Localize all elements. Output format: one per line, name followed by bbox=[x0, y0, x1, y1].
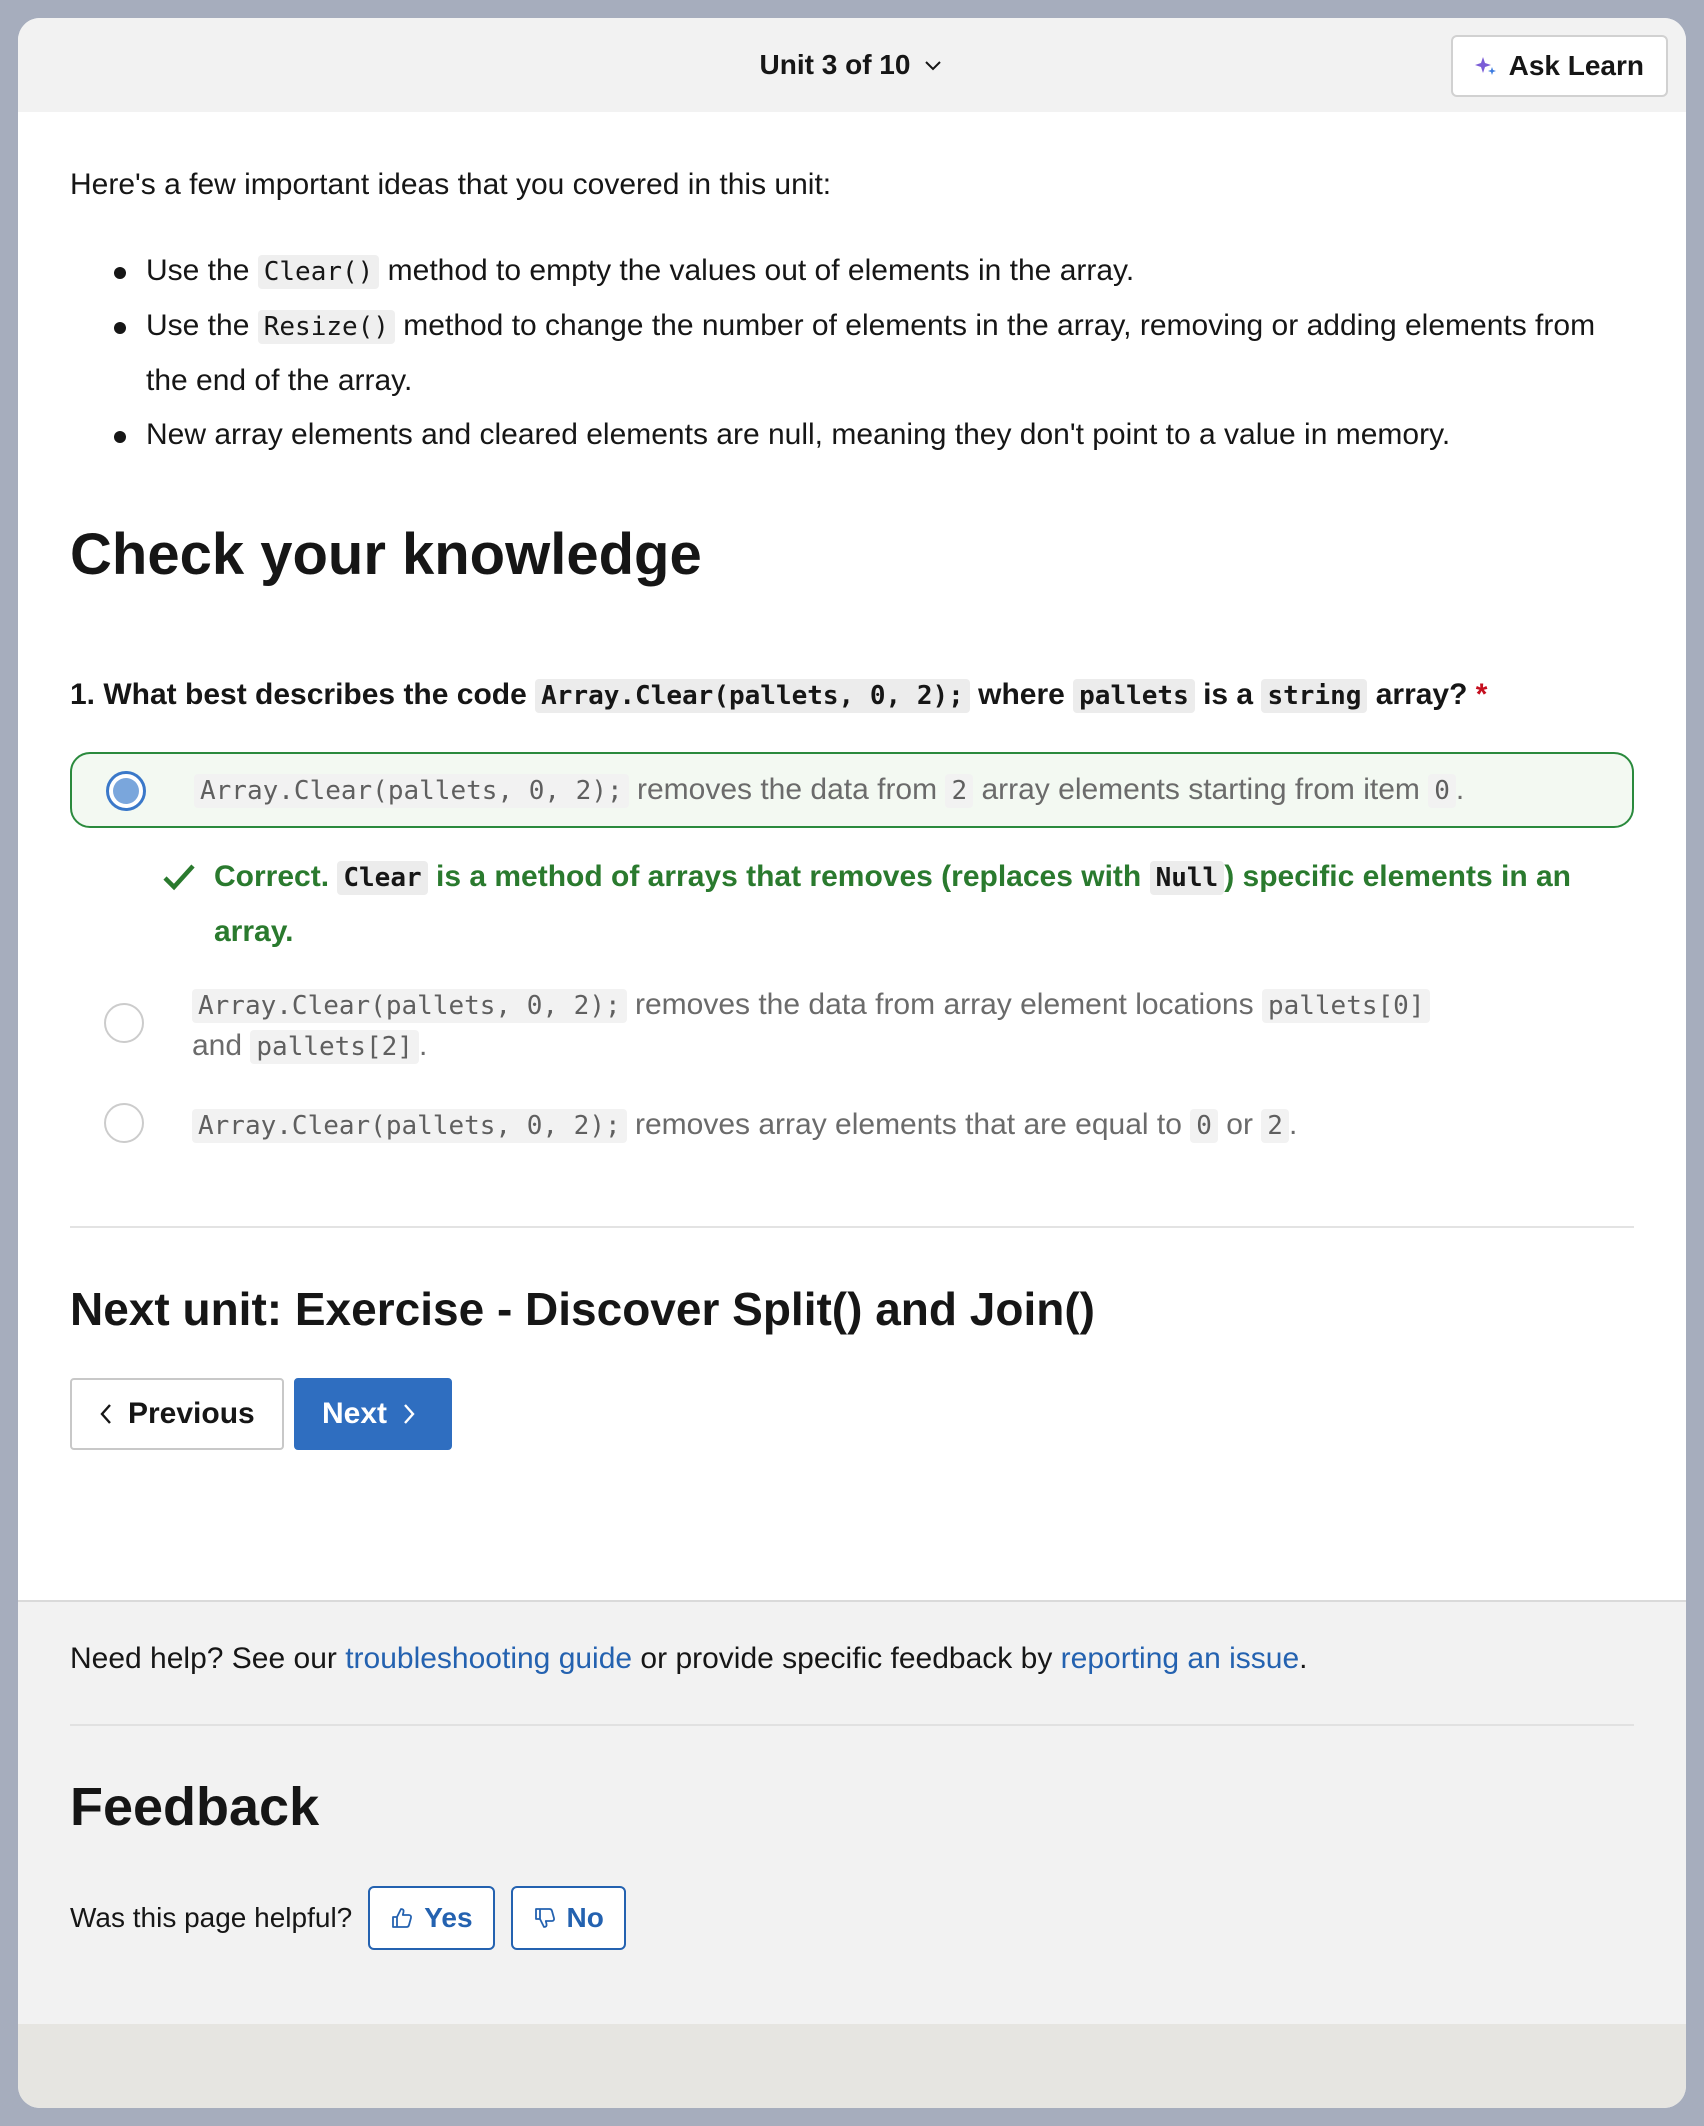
list-item: Use the Resize() method to change the nu… bbox=[114, 299, 1634, 408]
ask-learn-button[interactable]: Ask Learn bbox=[1450, 35, 1668, 97]
unit-label: Unit 3 of 10 bbox=[759, 49, 911, 80]
footer-content: Need help? See our troubleshooting guide… bbox=[70, 1602, 1634, 1950]
summary-intro: Here's a few important ideas that you co… bbox=[70, 168, 832, 201]
option-text: Array.Clear(pallets, 0, 2); removes the … bbox=[192, 985, 1431, 1067]
helpful-question: Was this page helpful? bbox=[70, 1902, 353, 1933]
option-part: or bbox=[1217, 1108, 1262, 1141]
option-part: . bbox=[418, 1029, 428, 1062]
no-label: No bbox=[566, 1902, 604, 1933]
inline-code: Array.Clear(pallets, 0, 2); bbox=[192, 989, 627, 1023]
browser-window: Unit 3 of 10 Ask Learn Here's a few impo… bbox=[18, 18, 1686, 2108]
inline-code: Clear() bbox=[257, 255, 380, 289]
troubleshooting-guide-link[interactable]: troubleshooting guide bbox=[345, 1642, 632, 1675]
feedback-part: is a method of arrays that removes (repl… bbox=[427, 860, 1150, 893]
ask-learn-label: Ask Learn bbox=[1508, 50, 1644, 81]
question-part: where bbox=[969, 678, 1074, 711]
option-part: removes the data from bbox=[628, 773, 946, 806]
yes-label: Yes bbox=[424, 1902, 473, 1933]
option-part: array elements starting from item bbox=[973, 773, 1429, 806]
option-part: . bbox=[1288, 1108, 1298, 1141]
unit-header: Unit 3 of 10 Ask Learn bbox=[18, 18, 1686, 112]
page-footer: Need help? See our troubleshooting guide… bbox=[18, 1600, 1686, 2024]
help-part: . bbox=[1299, 1642, 1308, 1675]
previous-label: Previous bbox=[128, 1397, 255, 1430]
inline-code: Array.Clear(pallets, 0, 2); bbox=[192, 1109, 627, 1143]
inline-code: Null bbox=[1149, 861, 1225, 895]
required-marker: * bbox=[1475, 678, 1488, 711]
answer-option-2[interactable]: Array.Clear(pallets, 0, 2); removes the … bbox=[70, 985, 1634, 1067]
feedback-part: Correct. bbox=[214, 860, 338, 893]
bullet-text: Use the bbox=[146, 254, 258, 287]
inline-code: Resize() bbox=[257, 310, 395, 344]
option-text: Array.Clear(pallets, 0, 2); removes arra… bbox=[192, 1105, 1297, 1146]
option-part: and bbox=[192, 1029, 251, 1062]
inline-code: 2 bbox=[1261, 1109, 1289, 1143]
bullet-text: method to empty the values out of elemen… bbox=[379, 254, 1135, 287]
bullet-text: New array elements and cleared elements … bbox=[146, 418, 1451, 451]
summary-list: Use the Clear() method to empty the valu… bbox=[114, 244, 1634, 462]
list-item: Use the Clear() method to empty the valu… bbox=[114, 244, 1634, 299]
chevron-down-icon bbox=[925, 61, 942, 71]
radio-button[interactable] bbox=[104, 1003, 144, 1043]
inline-code: string bbox=[1261, 679, 1368, 713]
question-part: is a bbox=[1194, 678, 1262, 711]
thumbs-down-icon bbox=[534, 1908, 555, 1928]
unit-selector[interactable]: Unit 3 of 10 bbox=[18, 18, 1686, 112]
feedback-heading: Feedback bbox=[70, 1777, 320, 1837]
option-part: removes the data from array element loca… bbox=[626, 988, 1262, 1021]
unit-navigation: Previous Next bbox=[70, 1378, 1634, 1450]
sparkle-icon bbox=[1474, 57, 1496, 75]
inline-code: pallets[2] bbox=[250, 1030, 419, 1064]
page-bottom-band bbox=[18, 2024, 1686, 2108]
radio-button-selected[interactable] bbox=[106, 771, 146, 811]
radio-button[interactable] bbox=[104, 1103, 144, 1143]
inline-code: 0 bbox=[1428, 774, 1456, 808]
answer-option-1[interactable]: Array.Clear(pallets, 0, 2); removes the … bbox=[70, 752, 1634, 828]
inline-code: Array.Clear(pallets, 0, 2); bbox=[194, 774, 629, 808]
question-part: array? bbox=[1367, 678, 1468, 711]
check-knowledge-heading: Check your knowledge bbox=[70, 522, 702, 587]
option-text: Array.Clear(pallets, 0, 2); removes the … bbox=[194, 773, 1465, 808]
main-content: Here's a few important ideas that you co… bbox=[70, 112, 1634, 1450]
help-part: or provide specific feedback by bbox=[632, 1642, 1061, 1675]
helpful-row: Was this page helpful? Yes No bbox=[70, 1886, 1634, 1950]
bullet-text: Use the bbox=[146, 309, 258, 342]
chevron-left-icon bbox=[100, 1404, 111, 1424]
option-part: . bbox=[1455, 773, 1465, 806]
report-issue-link[interactable]: reporting an issue bbox=[1061, 1642, 1299, 1675]
checkmark-icon bbox=[163, 864, 195, 891]
section-divider bbox=[70, 1226, 1634, 1228]
question-part: 1. What best describes the code bbox=[70, 678, 536, 711]
option-part: removes array elements that are equal to bbox=[626, 1108, 1191, 1141]
list-item: New array elements and cleared elements … bbox=[114, 408, 1634, 462]
thumbs-up-icon bbox=[392, 1908, 413, 1928]
next-label: Next bbox=[322, 1397, 388, 1430]
next-unit-heading: Next unit: Exercise - Discover Split() a… bbox=[70, 1283, 1095, 1335]
answer-option-3[interactable]: Array.Clear(pallets, 0, 2); removes arra… bbox=[70, 1103, 1634, 1146]
inline-code: Clear bbox=[337, 861, 428, 895]
footer-divider bbox=[70, 1724, 1634, 1726]
chevron-right-icon bbox=[404, 1404, 415, 1424]
help-part: Need help? See our bbox=[70, 1642, 346, 1675]
correct-feedback: Correct. Clear is a method of arrays tha… bbox=[163, 850, 1634, 959]
no-button[interactable]: No bbox=[510, 1886, 626, 1950]
question-text: 1. What best describes the code Array.Cl… bbox=[70, 678, 1634, 713]
yes-button[interactable]: Yes bbox=[368, 1886, 495, 1950]
inline-code: 0 bbox=[1190, 1109, 1218, 1143]
previous-button[interactable]: Previous bbox=[70, 1378, 284, 1450]
inline-code: Array.Clear(pallets, 0, 2); bbox=[535, 679, 970, 713]
inline-code: 2 bbox=[945, 774, 974, 808]
inline-code: pallets bbox=[1073, 679, 1195, 713]
help-text: Need help? See our troubleshooting guide… bbox=[70, 1642, 1634, 1676]
next-button[interactable]: Next bbox=[294, 1378, 452, 1450]
inline-code: pallets[0] bbox=[1261, 989, 1431, 1023]
